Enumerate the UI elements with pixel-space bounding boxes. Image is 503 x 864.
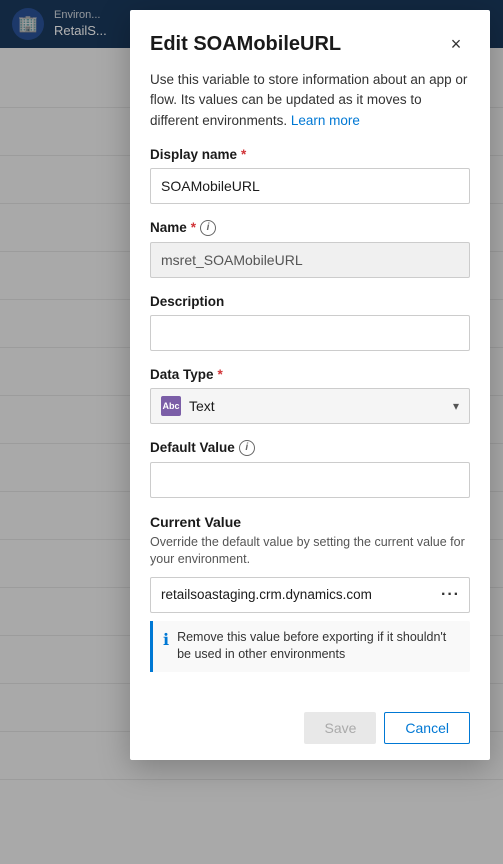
learn-more-link[interactable]: Learn more bbox=[291, 113, 360, 128]
close-button[interactable]: × bbox=[442, 30, 470, 58]
name-required: * bbox=[191, 220, 196, 235]
current-value-input[interactable] bbox=[150, 577, 470, 613]
data-type-field-group: Data Type * Abc Text ▾ bbox=[150, 367, 470, 424]
name-label: Name * i bbox=[150, 220, 470, 236]
data-type-required: * bbox=[218, 367, 223, 382]
modal-title: Edit SOAMobileURL bbox=[150, 33, 341, 56]
current-value-field-group: Current Value Override the default value… bbox=[150, 514, 470, 672]
display-name-required: * bbox=[241, 147, 246, 162]
name-info-icon[interactable]: i bbox=[200, 220, 216, 236]
data-type-value: Text bbox=[189, 398, 215, 414]
warning-text: Remove this value before exporting if it… bbox=[177, 629, 460, 664]
modal-header: Edit SOAMobileURL × bbox=[130, 10, 490, 70]
current-value-section-label: Current Value bbox=[150, 514, 470, 530]
default-value-input[interactable] bbox=[150, 462, 470, 498]
description-input[interactable] bbox=[150, 315, 470, 351]
name-input bbox=[150, 242, 470, 278]
modal-body: Display name * Name * i Description Data bbox=[130, 147, 490, 688]
display-name-input[interactable] bbox=[150, 168, 470, 204]
description-field-group: Description bbox=[150, 294, 470, 351]
chevron-down-icon: ▾ bbox=[453, 399, 459, 413]
default-value-field-group: Default Value i bbox=[150, 440, 470, 498]
edit-modal: Edit SOAMobileURL × Use this variable to… bbox=[130, 10, 490, 760]
display-name-label: Display name * bbox=[150, 147, 470, 162]
current-value-description: Override the default value by setting th… bbox=[150, 534, 470, 569]
description-label: Description bbox=[150, 294, 470, 309]
cancel-button[interactable]: Cancel bbox=[384, 712, 470, 744]
modal-description: Use this variable to store information a… bbox=[130, 70, 490, 147]
current-value-input-wrapper: ··· bbox=[150, 577, 470, 613]
save-button[interactable]: Save bbox=[304, 712, 376, 744]
display-name-field-group: Display name * bbox=[150, 147, 470, 204]
name-field-group: Name * i bbox=[150, 220, 470, 278]
default-value-info-icon[interactable]: i bbox=[239, 440, 255, 456]
data-type-select-wrapper: Abc Text ▾ bbox=[150, 388, 470, 424]
warning-box: ℹ Remove this value before exporting if … bbox=[150, 621, 470, 672]
default-value-label: Default Value i bbox=[150, 440, 470, 456]
ellipsis-button[interactable]: ··· bbox=[437, 584, 464, 606]
data-type-select[interactable]: Abc Text ▾ bbox=[150, 388, 470, 424]
data-type-icon: Abc bbox=[161, 396, 181, 416]
modal-footer: Save Cancel bbox=[130, 696, 490, 760]
data-type-label: Data Type * bbox=[150, 367, 470, 382]
info-icon: ℹ bbox=[163, 630, 169, 650]
